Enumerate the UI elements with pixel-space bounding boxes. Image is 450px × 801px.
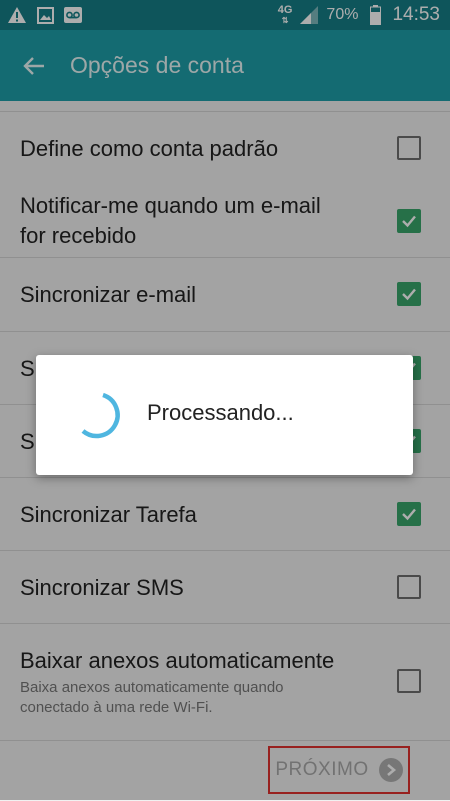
loading-spinner-icon [81,392,120,439]
dialog-message: Processando... [147,400,294,425]
progress-dialog: Processando... [36,355,413,475]
